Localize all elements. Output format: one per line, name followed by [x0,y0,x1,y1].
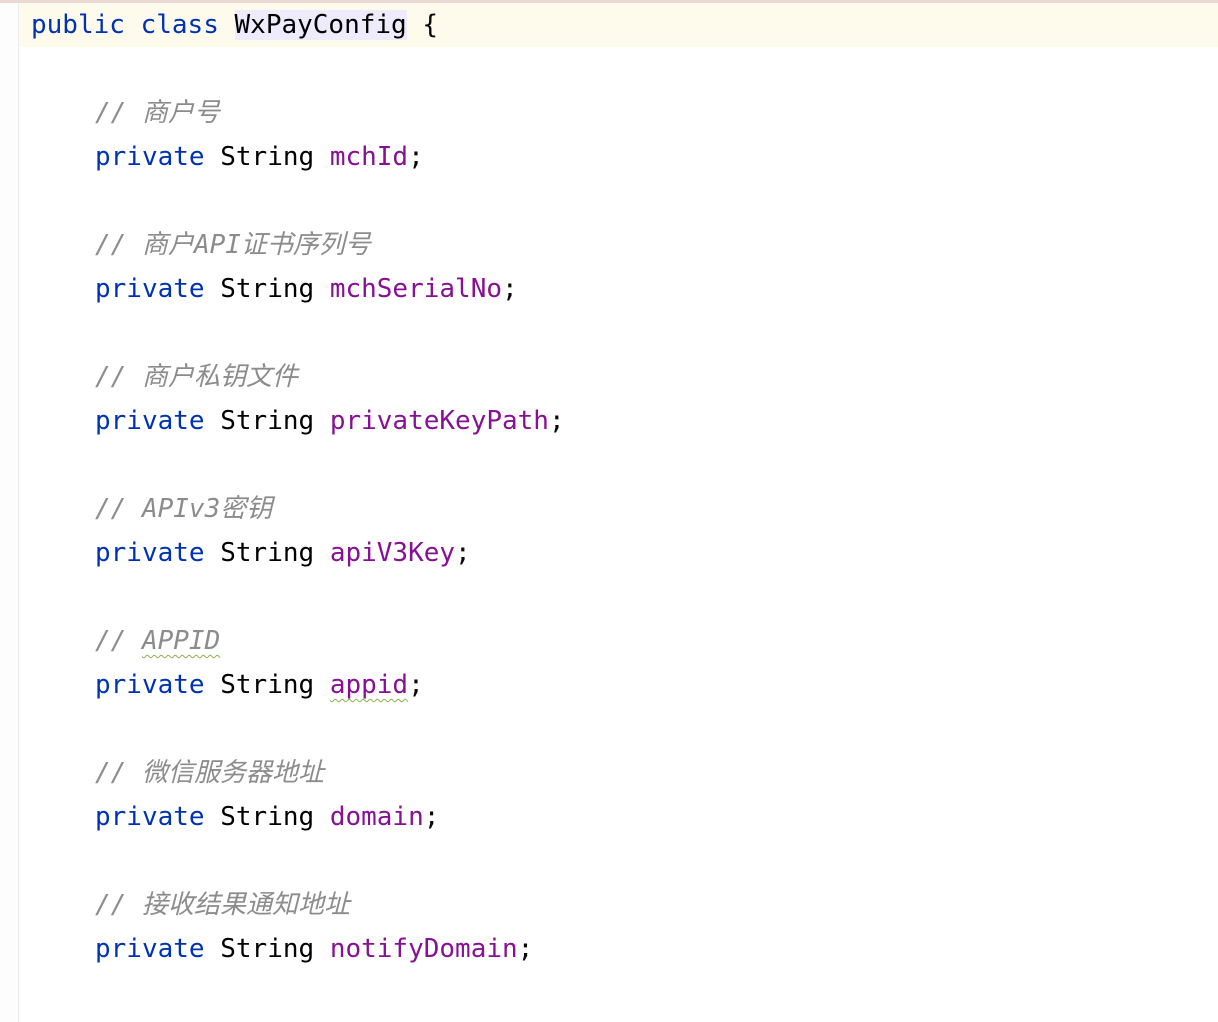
class-declaration-line[interactable]: public class WxPayConfig { [31,3,438,47]
field-declaration-line[interactable]: private String notifyDomain; [31,927,533,971]
field-declaration-line[interactable]: private String domain; [31,795,439,839]
code-editor[interactable]: public class WxPayConfig { // 商户号 privat… [0,0,1218,1022]
modifier-private: private [95,274,205,304]
modifier-private: private [95,934,205,964]
modifier-private: private [95,670,205,700]
comment-text: // 商户号 [95,98,220,128]
field-name: notifyDomain [329,934,518,964]
field-name: mchId [329,142,409,172]
field-name: apiV3Key [329,538,456,568]
type-string: String [220,274,315,304]
modifier-private: private [95,142,205,172]
field-declaration-line[interactable]: private String mchSerialNo; [31,267,518,311]
semicolon: ; [548,406,565,436]
comment-text: // 商户API证书序列号 [95,230,371,260]
type-string: String [220,142,315,172]
comment-line[interactable]: // 商户API证书序列号 [31,223,371,267]
comment-line[interactable]: // APPID [31,619,220,663]
comment-line[interactable]: // 商户号 [31,91,220,135]
comment-line[interactable]: // APIv3密钥 [31,487,272,531]
type-string: String [220,538,315,568]
modifier-private: private [95,802,205,832]
comment-text: // 商户私钥文件 [95,362,298,392]
keyword-public: public [31,10,125,40]
type-string: String [220,802,315,832]
comment-prefix: // [95,626,142,656]
comment-text: // APIv3密钥 [95,494,273,524]
semicolon: ; [455,538,471,568]
editor-gutter[interactable] [0,3,19,1022]
class-name: WxPayConfig [234,10,407,40]
field-name: appid [329,670,409,700]
semicolon: ; [517,934,534,964]
type-string: String [220,406,315,436]
field-name: privateKeyPath [329,406,549,436]
comment-word-typo: APPID [141,626,221,656]
type-string: String [220,670,315,700]
modifier-private: private [95,406,205,436]
comment-line[interactable]: // 接收结果通知地址 [31,883,350,927]
semicolon: ; [408,670,424,700]
field-name: domain [329,802,424,832]
type-string: String [220,934,315,964]
field-declaration-line[interactable]: private String mchId; [31,135,424,179]
field-declaration-line[interactable]: private String apiV3Key; [31,531,471,575]
field-declaration-line[interactable]: private String privateKeyPath; [31,399,565,443]
semicolon: ; [408,142,424,172]
open-brace: { [422,10,439,40]
semicolon: ; [502,274,518,304]
comment-line[interactable]: // 微信服务器地址 [31,751,324,795]
comment-text: // 接收结果通知地址 [95,890,350,920]
keyword-class: class [140,10,219,40]
field-declaration-line[interactable]: private String appid; [31,663,424,707]
semicolon: ; [423,802,440,832]
comment-text: // 微信服务器地址 [95,758,324,788]
field-name: mchSerialNo [329,274,502,304]
comment-line[interactable]: // 商户私钥文件 [31,355,298,399]
modifier-private: private [95,538,205,568]
